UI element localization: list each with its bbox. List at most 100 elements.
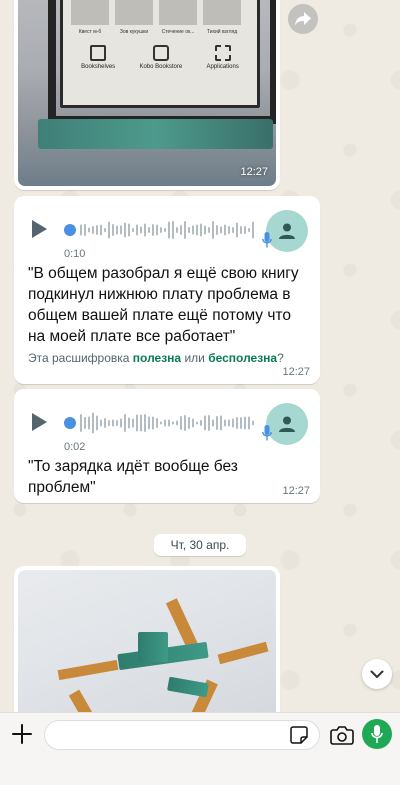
- book-caption: Стечение ок...: [161, 29, 195, 35]
- feedback-useful-link[interactable]: полезна: [133, 351, 181, 365]
- waveform-bar: [136, 414, 138, 432]
- message-time: 12:27: [282, 485, 310, 497]
- waveform-bar: [84, 417, 86, 429]
- mic-icon: [262, 425, 272, 441]
- ereader-screen: Квест м-б Зов кукушки Стечение ок... Тих…: [60, 0, 260, 108]
- feedback-useless-link[interactable]: бесполезна: [208, 351, 277, 365]
- forward-icon: [295, 12, 311, 26]
- waveform[interactable]: [64, 408, 264, 438]
- date-separator: Чт, 30 апр.: [154, 534, 246, 556]
- waveform-bar: [188, 227, 190, 233]
- waveform-bar: [128, 417, 130, 429]
- sticker-icon[interactable]: [290, 726, 308, 744]
- waveform-bar: [248, 228, 250, 232]
- waveform-bar: [116, 225, 118, 235]
- waveform-bar: [84, 224, 86, 236]
- waveform-bar: [224, 224, 226, 236]
- waveform[interactable]: [64, 215, 264, 245]
- waveform-bar: [92, 226, 94, 234]
- waveform-bar: [184, 221, 186, 239]
- waveform-bar: [200, 223, 202, 237]
- circuit-board: [38, 119, 273, 149]
- voice-duration: 0:02: [64, 441, 86, 453]
- waveform-bar: [236, 417, 238, 429]
- waveform-bar: [180, 416, 182, 430]
- waveform-bar: [132, 228, 134, 232]
- feedback-prefix: Эта расшифровка: [28, 351, 133, 365]
- waveform-bar: [252, 221, 254, 239]
- book-caption: Квест м-б: [78, 29, 102, 35]
- waveform-bar: [216, 225, 218, 235]
- waveform-bar: [228, 226, 230, 234]
- voice-transcript: "То зарядка идёт вообще без проблем": [28, 458, 238, 496]
- play-icon[interactable]: [32, 413, 47, 431]
- waveform-bar: [80, 224, 82, 236]
- plus-icon[interactable]: [11, 723, 33, 745]
- waveform-bar: [212, 419, 214, 427]
- mic-icon: [371, 725, 383, 743]
- waveform-bar: [164, 419, 166, 427]
- pcb-photo[interactable]: [18, 570, 276, 712]
- composer-bar: [0, 712, 400, 785]
- waveform-bar: [164, 228, 166, 232]
- waveform-bar: [232, 227, 234, 233]
- scroll-down-button[interactable]: [362, 659, 392, 689]
- chat-area[interactable]: Квест м-б Зов кукушки Стечение ок... Тих…: [0, 0, 400, 712]
- avatar[interactable]: [266, 210, 308, 252]
- mic-icon: [262, 232, 272, 248]
- waveform-bar: [168, 419, 170, 427]
- waveform-bar: [160, 421, 162, 425]
- voice-message[interactable]: 0:10 "В общем разобрал я ещё свою книгу …: [14, 196, 320, 384]
- waveform-bar: [220, 415, 222, 431]
- waveform-bar: [208, 227, 210, 233]
- waveform-bar: [176, 420, 178, 426]
- waveform-bar: [212, 221, 214, 239]
- waveform-bar: [96, 415, 98, 431]
- waveform-bar: [112, 419, 114, 427]
- ereader-photo[interactable]: Квест м-б Зов кукушки Стечение ок... Тих…: [18, 0, 276, 186]
- waveform-bar: [124, 414, 126, 432]
- waveform-bar: [172, 421, 174, 425]
- avatar-person-icon: [279, 223, 295, 239]
- book-caption: Тихий взгляд: [206, 29, 238, 35]
- waveform-bar: [80, 414, 82, 432]
- waveform-bar: [196, 224, 198, 236]
- waveform-bar: [228, 419, 230, 427]
- waveform-bar: [96, 225, 98, 235]
- waveform-bar: [244, 416, 246, 430]
- waveform-bar: [248, 416, 250, 430]
- waveform-bar: [160, 227, 162, 233]
- waveform-bar: [244, 226, 246, 234]
- waveform-bar: [192, 225, 194, 235]
- waveform-bar: [168, 221, 170, 239]
- feedback-suffix: ?: [277, 351, 284, 365]
- waveform-bar: [140, 414, 142, 432]
- image-message[interactable]: [14, 566, 280, 712]
- message-time: 12:27: [240, 166, 268, 178]
- waveform-bar: [104, 228, 106, 232]
- waveform-bar: [156, 418, 158, 428]
- waveform-bar: [224, 419, 226, 427]
- waveform-bar: [156, 224, 158, 236]
- waveform-bar: [88, 416, 90, 430]
- waveform-bar: [152, 224, 154, 236]
- waveform-bar: [132, 418, 134, 428]
- tile-label: Kobo Bookstore: [139, 64, 183, 70]
- voice-message[interactable]: 0:02 "То зарядка идёт вообще без проблем…: [14, 389, 320, 503]
- waveform-bar: [100, 224, 102, 236]
- play-icon[interactable]: [32, 220, 47, 238]
- forward-button[interactable]: [288, 4, 318, 34]
- waveform-bar: [252, 420, 254, 426]
- waveform-bar: [176, 227, 178, 233]
- voice-duration: 0:10: [64, 248, 86, 260]
- waveform-bar: [128, 223, 130, 237]
- message-input[interactable]: [44, 720, 320, 750]
- waveform-bar: [108, 221, 110, 239]
- waveform-bar: [204, 415, 206, 431]
- camera-icon[interactable]: [330, 724, 354, 746]
- waveform-bar: [240, 226, 242, 234]
- record-voice-button[interactable]: [362, 719, 392, 749]
- avatar[interactable]: [266, 403, 308, 445]
- image-message[interactable]: Квест м-б Зов кукушки Стечение ок... Тих…: [14, 0, 280, 190]
- waveform-bar: [144, 223, 146, 237]
